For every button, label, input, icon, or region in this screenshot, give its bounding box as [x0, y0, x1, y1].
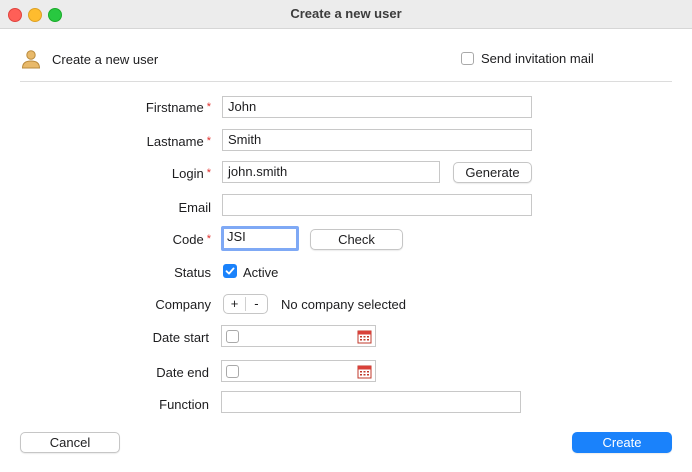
checkmark-icon [225, 267, 235, 275]
header-title: Create a new user [52, 52, 159, 67]
send-invitation-checkbox[interactable] [461, 52, 474, 65]
function-label-text: Function [159, 397, 209, 412]
firstname-input[interactable]: John [222, 96, 532, 118]
code-label: Code * [91, 232, 211, 247]
date-end-checkbox[interactable] [226, 365, 239, 378]
login-input[interactable]: john.smith [222, 161, 440, 183]
header-divider [20, 81, 672, 82]
date-end-picker[interactable] [221, 360, 376, 382]
firstname-label: Firstname * [91, 100, 211, 115]
active-label: Active [243, 265, 279, 280]
company-label-text: Company [155, 297, 211, 312]
create-button[interactable]: Create [572, 432, 672, 453]
required-marker: * [206, 233, 211, 245]
company-add-remove-control: + - [223, 294, 268, 314]
window-title: Create a new user [290, 6, 402, 21]
add-company-button[interactable]: + [224, 295, 245, 313]
email-label-text: Email [178, 200, 211, 215]
calendar-icon[interactable] [357, 329, 372, 344]
login-label: Login * [91, 166, 211, 181]
date-start-label: Date start [89, 330, 209, 345]
code-label-text: Code [172, 232, 204, 247]
title-bar: Create a new user [0, 0, 692, 29]
active-checkbox[interactable] [223, 264, 237, 278]
lastname-input[interactable]: Smith [222, 129, 532, 151]
lastname-label-text: Lastname [146, 134, 204, 149]
user-icon [21, 50, 41, 69]
remove-company-button[interactable]: - [246, 295, 267, 313]
check-button[interactable]: Check [310, 229, 403, 250]
required-marker: * [206, 135, 211, 147]
login-label-text: Login [171, 166, 204, 181]
status-label-text: Status [174, 265, 211, 280]
date-end-label: Date end [89, 365, 209, 380]
function-input[interactable] [221, 391, 521, 413]
send-invitation-mail-toggle[interactable]: Send invitation mail [461, 51, 594, 66]
company-label: Company [91, 297, 211, 312]
email-input[interactable] [222, 194, 532, 216]
required-marker: * [206, 167, 211, 179]
date-start-checkbox[interactable] [226, 330, 239, 343]
send-invitation-label: Send invitation mail [481, 51, 594, 66]
required-marker: * [206, 101, 211, 113]
lastname-label: Lastname * [91, 134, 211, 149]
firstname-label-text: Firstname [145, 100, 204, 115]
date-end-label-text: Date end [156, 365, 209, 380]
cancel-button[interactable]: Cancel [20, 432, 120, 453]
email-label: Email [91, 200, 211, 215]
code-input[interactable]: JSI [221, 226, 299, 251]
date-start-label-text: Date start [152, 330, 209, 345]
company-value: No company selected [281, 297, 407, 312]
date-start-picker[interactable] [221, 325, 376, 347]
function-label: Function [89, 397, 209, 412]
generate-button[interactable]: Generate [453, 162, 532, 183]
calendar-icon[interactable] [357, 364, 372, 379]
status-label: Status [91, 265, 211, 280]
